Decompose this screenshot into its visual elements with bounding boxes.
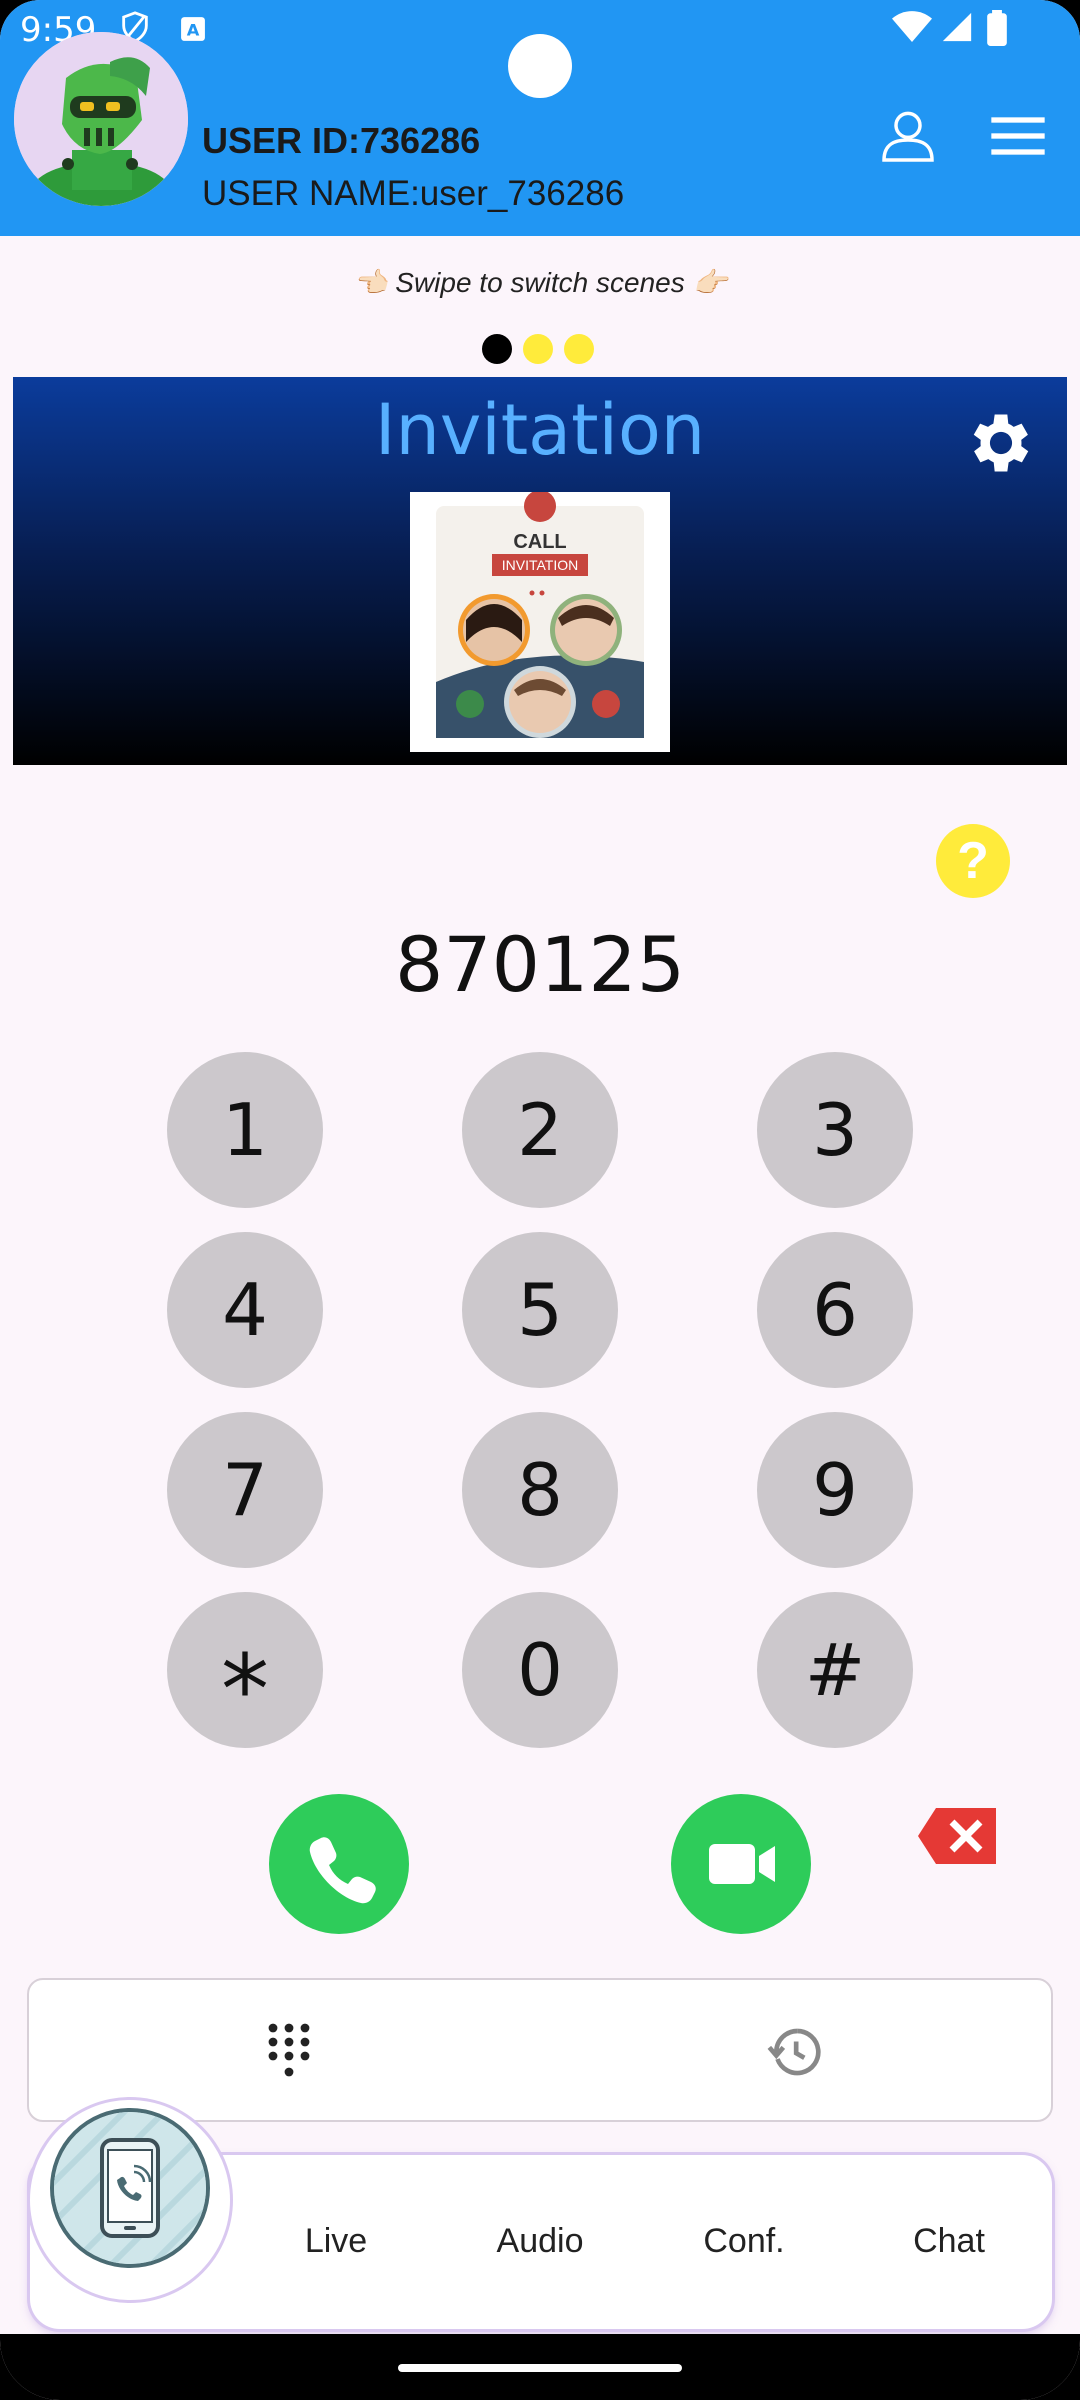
nav-item-live[interactable]: Live (251, 2222, 421, 2261)
key-0[interactable]: 0 (462, 1592, 618, 1748)
camera-cutout (508, 34, 572, 98)
nav-call-button[interactable] (50, 2108, 210, 2268)
invitation-card-image: CALL INVITATION (410, 490, 670, 752)
scene-dot-2[interactable] (523, 334, 553, 364)
avatar[interactable] (14, 32, 188, 206)
swipe-hint: 👈🏻 Swipe to switch scenes 👉🏻 (352, 267, 728, 298)
card-title: CALL (513, 531, 566, 553)
svg-text:A: A (187, 21, 200, 40)
key-8[interactable]: 8 (462, 1412, 618, 1568)
hamburger-menu-icon[interactable] (986, 104, 1050, 168)
person-icon[interactable] (876, 104, 940, 168)
nav-item-audio[interactable]: Audio (455, 2222, 625, 2261)
key-7[interactable]: 7 (167, 1412, 323, 1568)
battery-icon (987, 10, 1007, 46)
video-call-button[interactable] (671, 1794, 811, 1934)
help-button[interactable]: ? (936, 824, 1010, 898)
key-star[interactable]: * (167, 1592, 323, 1748)
scene-indicator[interactable] (482, 334, 594, 364)
scene-banner[interactable]: Invitation CALL INVITATION (13, 377, 1067, 765)
key-5[interactable]: 5 (462, 1232, 618, 1388)
key-1[interactable]: 1 (167, 1052, 323, 1208)
history-icon[interactable] (765, 2024, 825, 2080)
nav-item-conf[interactable]: Conf. (659, 2222, 829, 2261)
nav-item-chat[interactable]: Chat (864, 2222, 1034, 2261)
key-2[interactable]: 2 (462, 1052, 618, 1208)
user-name-label: USER NAME:user_736286 (202, 174, 625, 213)
key-3[interactable]: 3 (757, 1052, 913, 1208)
call-invitation-illustration: CALL INVITATION (410, 490, 670, 752)
robot-avatar-icon (14, 32, 188, 206)
dialer-mode-bar (27, 1978, 1053, 2122)
key-4[interactable]: 4 (167, 1232, 323, 1388)
key-9[interactable]: 9 (757, 1412, 913, 1568)
user-id-label: USER ID:736286 (202, 120, 481, 161)
gear-icon[interactable] (963, 405, 1039, 481)
dialed-number: 870125 (394, 920, 686, 1009)
key-hash[interactable]: # (757, 1592, 913, 1748)
voice-call-button[interactable] (269, 1794, 409, 1934)
phone-icon (309, 1837, 376, 1904)
scene-dot-1[interactable] (482, 334, 512, 364)
key-6[interactable]: 6 (757, 1232, 913, 1388)
card-subtitle: INVITATION (502, 557, 578, 573)
backspace-icon[interactable] (918, 1806, 998, 1866)
mobile-call-icon (54, 2112, 206, 2264)
home-indicator[interactable] (398, 2364, 682, 2372)
video-camera-icon (709, 1844, 775, 1884)
signal-icon (942, 12, 972, 42)
dialpad-icon[interactable] (261, 2022, 317, 2082)
banner-title: Invitation (374, 389, 706, 471)
wifi-icon (892, 11, 932, 42)
scene-dot-3[interactable] (564, 334, 594, 364)
app-screen: 9:59 A USER ID:736286 USER NAME:user_736… (0, 0, 1080, 2400)
app-header: 9:59 A USER ID:736286 USER NAME:user_736… (0, 0, 1080, 236)
keyboard-a-icon: A (181, 17, 205, 41)
